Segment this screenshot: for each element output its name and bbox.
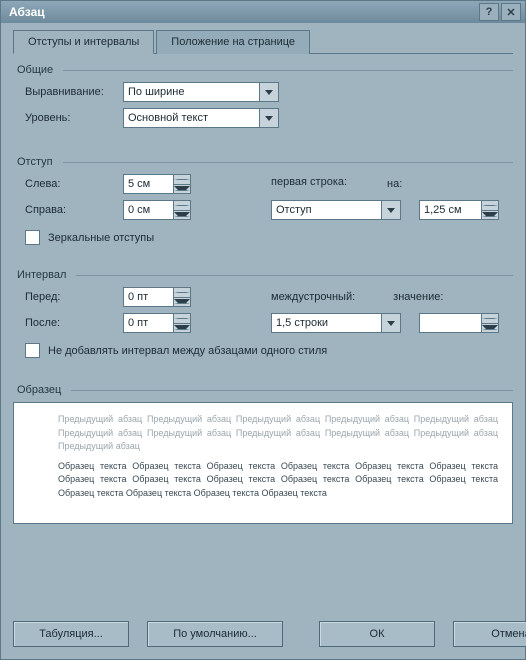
space-after-label: После: bbox=[25, 317, 123, 329]
linespacing-label: междустрочный: bbox=[271, 291, 355, 303]
group-spacing: Интервал Перед: 0 пт междустрочный: знач… bbox=[13, 265, 513, 358]
linespacing-select[interactable]: 1,5 строки bbox=[271, 313, 401, 333]
group-label-preview: Образец bbox=[13, 384, 65, 396]
chevron-down-icon[interactable] bbox=[259, 109, 278, 127]
preview-prev-text: Предыдущий абзац Предыдущий абзац Предыд… bbox=[28, 413, 498, 454]
alignment-label: Выравнивание: bbox=[25, 86, 123, 98]
alignment-select[interactable]: По ширине bbox=[123, 82, 279, 102]
firstline-label: первая строка: bbox=[271, 176, 347, 188]
space-before-label: Перед: bbox=[25, 291, 123, 303]
space-after-spinner[interactable]: 0 пт bbox=[123, 313, 191, 333]
tabs-button[interactable]: Табуляция... bbox=[13, 621, 129, 647]
mirror-indents-checkbox[interactable] bbox=[25, 230, 40, 245]
paragraph-dialog: Абзац ? ✕ Отступы и интервалы Положение … bbox=[0, 0, 526, 660]
tab-position[interactable]: Положение на странице bbox=[156, 30, 310, 54]
group-general: Общие Выравнивание: По ширине Уровень: О… bbox=[13, 60, 513, 128]
group-label-indent: Отступ bbox=[13, 156, 57, 168]
space-before-spinner[interactable]: 0 пт bbox=[123, 287, 191, 307]
tab-indents[interactable]: Отступы и интервалы bbox=[13, 30, 154, 54]
firstline-select[interactable]: Отступ bbox=[271, 200, 401, 220]
indent-right-label: Справа: bbox=[25, 204, 123, 216]
indent-right-spinner[interactable]: 0 см bbox=[123, 200, 191, 220]
tab-bar: Отступы и интервалы Положение на страниц… bbox=[13, 29, 513, 54]
group-label-general: Общие bbox=[13, 64, 57, 76]
level-select[interactable]: Основной текст bbox=[123, 108, 279, 128]
nospace-row[interactable]: Не добавлять интервал между абзацами одн… bbox=[25, 343, 513, 358]
level-label: Уровень: bbox=[25, 112, 123, 124]
chevron-down-icon[interactable] bbox=[381, 201, 400, 219]
ok-button[interactable]: ОК bbox=[319, 621, 435, 647]
window-title: Абзац bbox=[5, 5, 477, 19]
indent-left-label: Слева: bbox=[25, 178, 123, 190]
default-button[interactable]: По умолчанию... bbox=[147, 621, 283, 647]
button-bar: Табуляция... По умолчанию... ОК Отмена bbox=[13, 621, 513, 647]
chevron-down-icon[interactable] bbox=[381, 314, 400, 332]
cancel-button[interactable]: Отмена bbox=[453, 621, 526, 647]
group-preview: Образец Предыдущий абзац Предыдущий абза… bbox=[13, 380, 513, 524]
mirror-indents-label: Зеркальные отступы bbox=[48, 232, 154, 244]
indent-left-spinner[interactable]: 5 см bbox=[123, 174, 191, 194]
linespacing-at-spinner[interactable] bbox=[419, 313, 499, 333]
nospace-checkbox[interactable] bbox=[25, 343, 40, 358]
group-label-spacing: Интервал bbox=[13, 269, 70, 281]
chevron-down-icon[interactable] bbox=[259, 83, 278, 101]
mirror-indents-row[interactable]: Зеркальные отступы bbox=[25, 230, 513, 245]
help-button[interactable]: ? bbox=[479, 3, 499, 21]
by-label: на: bbox=[387, 178, 402, 190]
nospace-label: Не добавлять интервал между абзацами одн… bbox=[48, 345, 327, 357]
group-indent: Отступ Слева: 5 см первая строка: на: Сп… bbox=[13, 152, 513, 245]
spin-up-icon bbox=[174, 175, 190, 185]
firstline-by-spinner[interactable]: 1,25 см bbox=[419, 200, 499, 220]
dialog-content: Отступы и интервалы Положение на страниц… bbox=[1, 23, 525, 534]
titlebar[interactable]: Абзац ? ✕ bbox=[1, 1, 525, 23]
preview-sample-text: Образец текста Образец текста Образец те… bbox=[28, 460, 498, 501]
preview-box: Предыдущий абзац Предыдущий абзац Предыд… bbox=[13, 402, 513, 524]
close-button[interactable]: ✕ bbox=[501, 3, 521, 21]
spin-down-icon bbox=[174, 185, 190, 194]
at-label: значение: bbox=[393, 291, 443, 303]
